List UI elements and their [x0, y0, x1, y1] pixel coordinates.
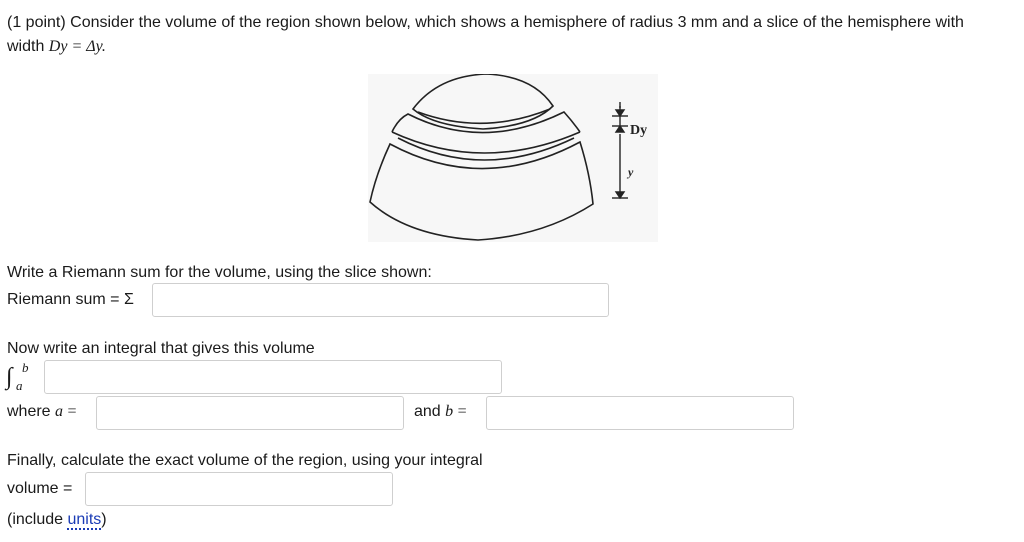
a-equals: =: [67, 403, 77, 420]
volume-input[interactable]: [85, 472, 393, 506]
riemann-label-text: Riemann sum = Σ: [7, 291, 134, 308]
b-equals: =: [457, 403, 467, 420]
hemisphere-figure: Dy y: [368, 73, 658, 242]
hemisphere-cap: [411, 73, 555, 130]
riemann-prompt: Write a Riemann sum for the volume, usin…: [7, 264, 432, 281]
integral-input[interactable]: [44, 360, 502, 394]
a-input[interactable]: [96, 396, 404, 430]
volume-prompt: Finally, calculate the exact volume of t…: [7, 452, 483, 469]
b-input[interactable]: [486, 396, 794, 430]
problem-statement: (1 point) Consider the volume of the reg…: [7, 13, 964, 33]
integral-lower-limit: a: [16, 378, 23, 393]
integral-prompt: Now write an integral that gives this vo…: [7, 340, 315, 357]
units-prefix: (include: [7, 511, 68, 528]
y-label: y: [626, 165, 634, 179]
a-variable: a: [55, 403, 64, 420]
units-note: (include units): [7, 510, 107, 530]
and-b-label: and b =: [414, 402, 467, 422]
dy-label: Dy: [630, 123, 647, 138]
where-a-label: where a =: [7, 402, 77, 422]
units-suffix: ): [101, 511, 107, 528]
where-text: where: [7, 403, 51, 420]
problem-intro-width: width: [7, 38, 49, 55]
riemann-label: Riemann sum = Σ: [7, 290, 134, 310]
riemann-sum-input[interactable]: [152, 283, 609, 317]
volume-label: volume =: [7, 480, 73, 497]
problem-statement-line2: width Dy = Δy.: [7, 37, 106, 57]
problem-intro-math: Dy = Δy.: [48, 38, 106, 55]
units-help-link[interactable]: units: [67, 511, 102, 530]
problem-intro: (1 point) Consider the volume of the reg…: [7, 14, 964, 31]
and-text: and: [414, 403, 441, 420]
integral-symbol: ∫ b a: [6, 360, 42, 396]
integral-sign: ∫: [6, 364, 13, 390]
slice-lower-edge: [391, 131, 581, 154]
hemisphere-body: [369, 140, 594, 241]
b-variable: b: [445, 403, 454, 420]
hemisphere-diagram: Dy y: [369, 73, 647, 241]
integral-upper-limit: b: [22, 360, 29, 375]
